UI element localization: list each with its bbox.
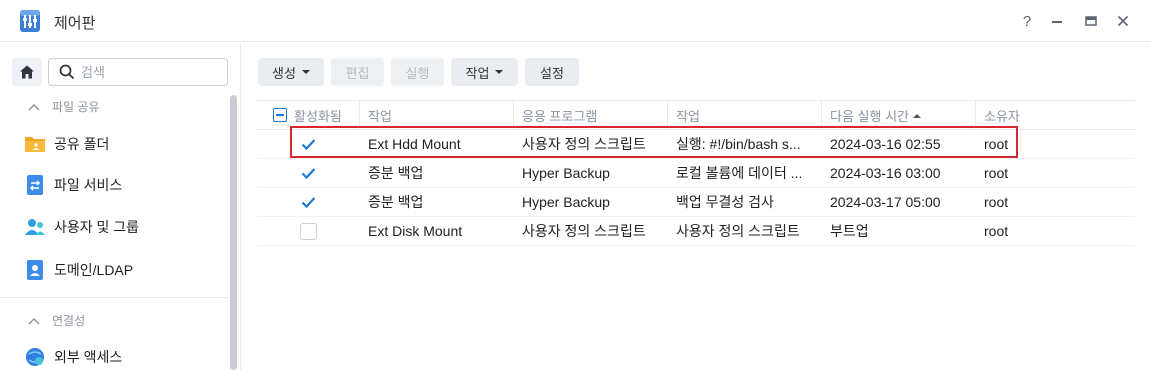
close-icon	[1117, 15, 1129, 27]
help-button[interactable]: ?	[1016, 10, 1038, 32]
enabled-checkbox[interactable]	[300, 136, 317, 153]
owner-cell: root	[984, 165, 1009, 181]
control-panel-icon	[20, 10, 40, 32]
task-cell: 증분 백업	[368, 194, 424, 210]
action-label: 작업	[465, 65, 490, 81]
column-label: 응용 프로그램	[522, 109, 598, 124]
task-cell: Ext Disk Mount	[368, 223, 463, 239]
sidebar-item-domain-ldap[interactable]: 도메인/LDAP	[0, 249, 228, 289]
sidebar-item-users-groups[interactable]: 사용자 및 그룹	[0, 206, 228, 246]
column-enabled[interactable]: 활성화됨	[257, 101, 360, 130]
checkmark-icon	[301, 168, 316, 180]
search-box[interactable]	[48, 58, 228, 86]
column-next-run-time[interactable]: 다음 실행 시간	[822, 101, 976, 130]
sidebar-divider	[0, 297, 228, 298]
sort-ascending-icon	[912, 113, 921, 118]
next-run-cell: 2024-03-16 02:55	[830, 136, 941, 152]
sidebar-item-shared-folder[interactable]: 공유 폴더	[0, 123, 228, 163]
caret-down-icon	[301, 70, 310, 74]
checkmark-icon	[301, 139, 316, 151]
sidebar-item-external-access[interactable]: 외부 액세스	[0, 336, 228, 370]
column-label: 활성화됨	[294, 109, 342, 124]
section-connectivity[interactable]: 연결성	[28, 312, 85, 329]
table-row[interactable]: Ext Hdd Mount 사용자 정의 스크립트 실행: #!/bin/bas…	[257, 130, 1135, 159]
settings-label: 설정	[540, 65, 564, 81]
select-all-checkbox[interactable]	[273, 108, 287, 122]
indeterminate-icon	[276, 114, 284, 116]
minimize-button[interactable]	[1046, 10, 1068, 32]
application-cell: Hyper Backup	[522, 165, 610, 181]
column-application[interactable]: 응용 프로그램	[514, 101, 668, 130]
sidebar-scrollbar[interactable]	[230, 95, 237, 370]
enabled-checkbox[interactable]	[300, 194, 317, 211]
section-file-sharing[interactable]: 파일 공유	[28, 98, 100, 115]
table-row[interactable]: 증분 백업 Hyper Backup 로컬 볼륨에 데이터 ... 2024-0…	[257, 159, 1135, 188]
next-run-cell: 부트업	[830, 223, 869, 239]
action-cell: 로컬 볼륨에 데이터 ...	[676, 165, 803, 181]
owner-cell: root	[984, 194, 1009, 210]
column-label: 다음 실행 시간	[830, 109, 909, 124]
search-input[interactable]	[81, 62, 221, 82]
chevron-up-icon	[28, 103, 40, 110]
section-label: 파일 공유	[52, 100, 100, 114]
task-cell: 증분 백업	[368, 165, 424, 181]
create-label: 생성	[272, 65, 296, 81]
section-label: 연결성	[52, 314, 86, 328]
minimize-icon	[1052, 21, 1062, 23]
caret-down-icon	[495, 70, 504, 74]
help-label: ?	[1022, 12, 1032, 30]
sidebar-item-file-services[interactable]: 파일 서비스	[0, 164, 228, 204]
home-icon	[20, 65, 34, 79]
column-action[interactable]: 작업	[668, 101, 822, 130]
sidebar-item-label: 외부 액세스	[54, 349, 123, 365]
enabled-checkbox[interactable]	[300, 223, 317, 240]
application-cell: Hyper Backup	[522, 194, 610, 210]
run-label: 실행	[405, 65, 430, 81]
owner-cell: root	[984, 223, 1009, 239]
checkmark-icon	[301, 197, 316, 209]
action-button[interactable]: 작업	[451, 58, 518, 86]
table-row[interactable]: 증분 백업 Hyper Backup 백업 무결성 검사 2024-03-17 …	[257, 188, 1135, 217]
close-button[interactable]	[1112, 10, 1134, 32]
users-groups-icon	[25, 219, 45, 235]
column-label: 소유자	[984, 109, 1020, 124]
home-button[interactable]	[12, 58, 42, 86]
next-run-cell: 2024-03-17 05:00	[830, 194, 941, 210]
column-label: 작업	[368, 109, 392, 124]
sidebar-item-label: 사용자 및 그룹	[54, 219, 140, 235]
action-cell: 백업 무결성 검사	[676, 194, 774, 210]
sidebar-item-label: 공유 폴더	[54, 136, 110, 152]
sidebar-item-label: 파일 서비스	[54, 177, 123, 193]
action-cell: 실행: #!/bin/bash s...	[676, 136, 801, 152]
application-cell: 사용자 정의 스크립트	[522, 136, 646, 152]
settings-button[interactable]: 설정	[525, 58, 579, 86]
maximize-icon	[1085, 16, 1097, 26]
grid-header: 활성화됨 작업 응용 프로그램 작업 다음 실행 시간 소유자	[257, 100, 1135, 130]
shared-folder-icon	[25, 137, 45, 152]
column-owner[interactable]: 소유자	[976, 101, 1135, 130]
next-run-cell: 2024-03-16 03:00	[830, 165, 941, 181]
edit-button[interactable]: 편집	[331, 58, 384, 86]
owner-cell: root	[984, 136, 1009, 152]
domain-ldap-icon	[27, 260, 43, 280]
create-button[interactable]: 생성	[258, 58, 324, 86]
edit-label: 편집	[345, 65, 370, 81]
sidebar: 파일 공유 공유 폴더 파일 서비스 사용자 및 그룹 도메인/LDAP 연결성…	[0, 43, 241, 370]
window-title: 제어판	[54, 15, 96, 32]
external-access-icon	[26, 348, 44, 366]
search-icon	[59, 64, 75, 80]
column-label: 작업	[676, 109, 700, 124]
chevron-up-icon	[28, 317, 40, 324]
action-cell: 사용자 정의 스크립트	[676, 223, 800, 239]
column-task[interactable]: 작업	[360, 101, 514, 130]
title-bar: 제어판 ?	[0, 0, 1150, 42]
file-services-icon	[27, 175, 43, 195]
task-cell: Ext Hdd Mount	[368, 136, 461, 152]
sidebar-item-label: 도메인/LDAP	[54, 262, 134, 278]
enabled-checkbox[interactable]	[300, 165, 317, 182]
application-cell: 사용자 정의 스크립트	[522, 223, 646, 239]
maximize-button[interactable]	[1080, 10, 1102, 32]
table-row[interactable]: Ext Disk Mount 사용자 정의 스크립트 사용자 정의 스크립트 부…	[257, 217, 1135, 246]
run-button[interactable]: 실행	[391, 58, 444, 86]
